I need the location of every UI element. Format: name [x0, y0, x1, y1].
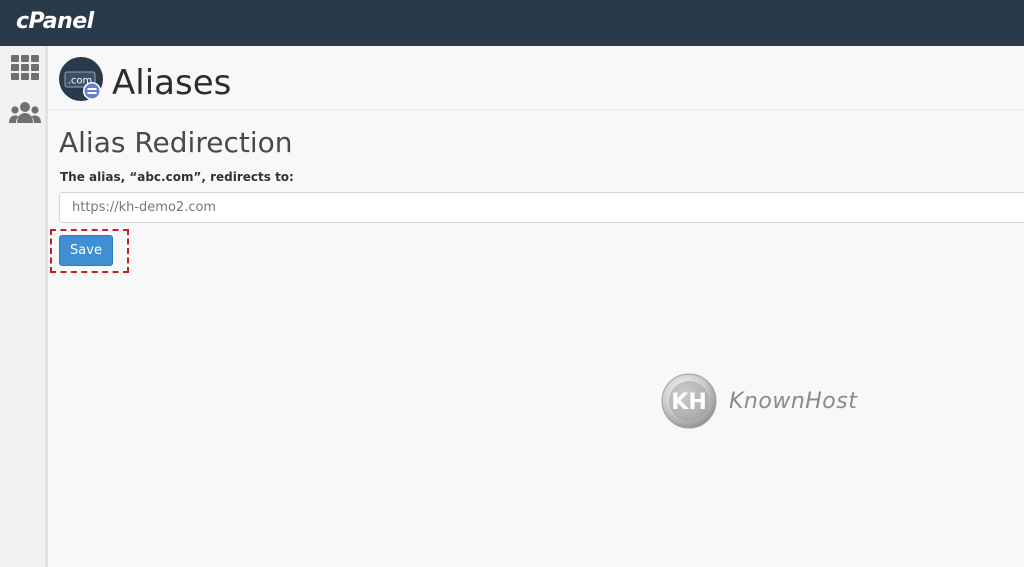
sidebar: [0, 46, 48, 567]
aliases-app-icon: .com: [59, 57, 105, 103]
users-icon[interactable]: [9, 101, 41, 127]
section-title: Alias Redirection: [59, 126, 293, 159]
knownhost-text: KnownHost: [729, 389, 858, 414]
page-header: .com Aliases: [48, 46, 1024, 110]
apps-grid-icon[interactable]: [11, 55, 39, 81]
redirect-label: The alias, “abc.com”, redirects to:: [60, 170, 294, 184]
top-bar: cPanel: [0, 0, 1024, 46]
knownhost-logo-icon: KH: [661, 373, 717, 429]
knownhost-watermark: KH KnownHost: [661, 373, 901, 433]
page-title: Aliases: [112, 63, 232, 103]
main-content: .com Aliases Alias Redirection The alias…: [48, 46, 1024, 567]
cpanel-logo[interactable]: cPanel: [16, 9, 94, 34]
redirect-url-input[interactable]: [59, 192, 1024, 223]
save-button[interactable]: Save: [59, 235, 113, 266]
watermark-monogram: KH: [671, 390, 706, 415]
